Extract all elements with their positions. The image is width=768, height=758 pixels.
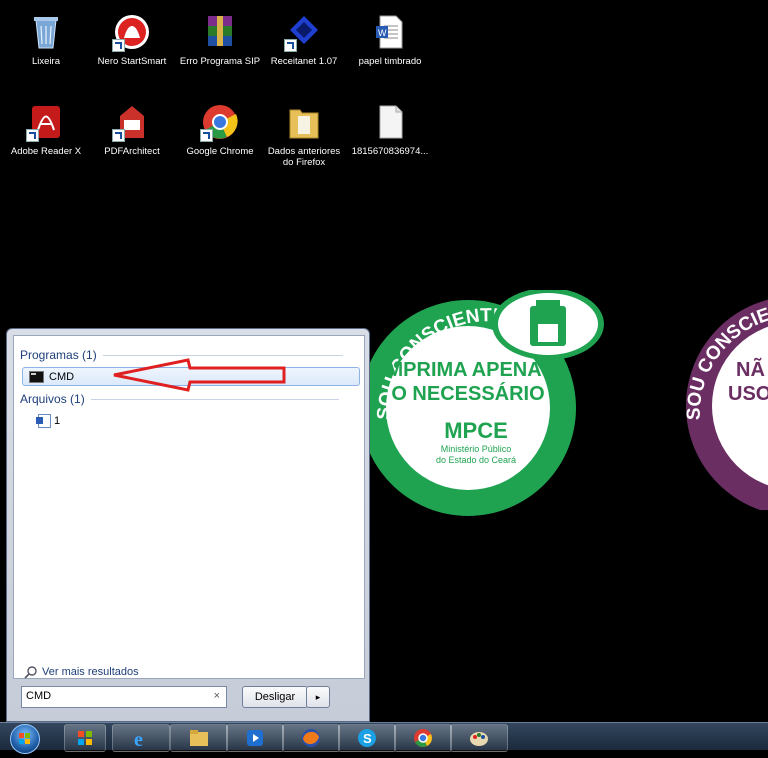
divider (90, 398, 339, 400)
taskbar-media-player[interactable] (226, 724, 284, 752)
wallpaper-green-sticker: SOU CONSCIENTE IMPRIMA APENAS O NECESSÁR… (358, 288, 618, 520)
receitanet-icon (284, 12, 324, 52)
desktop-icon-erro-programa-sip[interactable]: Erro Programa SIP (178, 12, 262, 67)
desktop-icon-label: Adobe Reader X (10, 146, 82, 157)
desktop-icon-label: Nero StartSmart (97, 56, 167, 67)
taskbar-skype[interactable]: S (338, 724, 396, 752)
desktop-icon-google-chrome[interactable]: Google Chrome (178, 102, 262, 157)
folder-icon (190, 730, 208, 746)
magnifier-icon (24, 666, 37, 679)
files-header-text: Arquivos (1) (20, 392, 85, 406)
see-more-results-link[interactable]: Ver mais resultados (24, 665, 139, 679)
shortcut-arrow-icon (284, 39, 297, 52)
desktop-icon-label: Erro Programa SIP (179, 56, 261, 67)
desktop-icon-label: Google Chrome (186, 146, 254, 157)
wallpaper-purple-sticker: SOU CONSCIE NÃ USO (684, 280, 768, 510)
shutdown-options-button[interactable]: ▸ (306, 686, 330, 708)
taskbar-chrome[interactable] (394, 724, 452, 752)
start-search-input[interactable] (22, 687, 196, 705)
taskbar-file-explorer[interactable] (170, 724, 228, 752)
sticker-line2: O NECESSÁRIO (391, 382, 544, 405)
desktop-icon-pdfarchitect[interactable]: PDFArchitect (90, 102, 174, 157)
taskbar: e S (0, 722, 768, 752)
desktop-icon-label: papel timbrado (358, 56, 422, 67)
desktop-icon-label: Lixeira (32, 56, 60, 67)
app-grid-icon (78, 731, 92, 745)
sticker-line1: IMPRIMA APENAS (381, 359, 555, 381)
firefox-icon (302, 729, 320, 747)
see-more-label: Ver mais resultados (42, 666, 139, 678)
clear-search-icon[interactable]: × (214, 690, 220, 702)
desktop-icon-file-1815670836974[interactable]: 1815670836974... (348, 102, 432, 157)
file-result-label: 1 (54, 414, 61, 427)
word-document-icon: W (370, 12, 410, 52)
chrome-icon (200, 102, 240, 142)
sticker-org-sub1: Ministério Público (441, 444, 512, 454)
start-button[interactable] (10, 724, 40, 754)
desktop-icon-papel-timbrado[interactable]: W papel timbrado (348, 12, 432, 67)
media-player-icon (247, 730, 263, 746)
shortcut-arrow-icon (200, 129, 213, 142)
recycle-bin-icon (26, 12, 66, 52)
shortcut-arrow-icon (26, 129, 39, 142)
shutdown-button[interactable]: Desligar (242, 686, 308, 708)
start-search-box[interactable]: × (21, 686, 227, 708)
shortcut-arrow-icon (112, 129, 125, 142)
desktop-icon-label: PDFArchitect (104, 146, 160, 157)
command-prompt-icon (29, 370, 44, 383)
desktop-icon-adobe-reader[interactable]: Adobe Reader X (4, 102, 88, 157)
sticker-org: MPCE (444, 418, 508, 443)
chrome-icon (414, 729, 432, 747)
word-document-icon (36, 413, 51, 428)
program-result-label: CMD (49, 370, 75, 383)
folder-icon (284, 102, 324, 142)
skype-icon: S (358, 729, 376, 747)
purple-line2: USO (728, 383, 768, 405)
winrar-archive-icon (200, 12, 240, 52)
files-section-header: Arquivos (1) (20, 392, 339, 406)
taskbar-apps-button[interactable] (64, 724, 106, 752)
taskbar-internet-explorer[interactable]: e (112, 724, 170, 752)
purple-line1: NÃ (736, 358, 765, 381)
taskbar-paint[interactable] (450, 724, 508, 752)
desktop-icon-dados-firefox[interactable]: Dados anteriores do Firefox (262, 102, 346, 168)
programs-header-text: Programas (1) (20, 348, 97, 362)
pdfarchitect-icon (112, 102, 152, 142)
taskbar-firefox[interactable] (282, 724, 340, 752)
printer-bubble-icon (492, 288, 604, 360)
shortcut-arrow-icon (112, 39, 125, 52)
file-result-1[interactable]: 1 (22, 412, 358, 429)
svg-text:e: e (134, 729, 143, 749)
paint-palette-icon (470, 732, 488, 746)
adobe-reader-icon (26, 102, 66, 142)
internet-explorer-icon: e (134, 729, 143, 749)
nero-icon (112, 12, 152, 52)
desktop-icon-receitanet[interactable]: Receitanet 1.07 (262, 12, 346, 67)
desktop-icon-label: Receitanet 1.07 (270, 56, 338, 67)
desktop-icon-label: 1815670836974... (351, 146, 429, 157)
svg-text:W: W (378, 28, 387, 38)
annotation-arrow-icon (113, 358, 286, 392)
file-icon (370, 102, 410, 142)
desktop-icon-label: Dados anteriores do Firefox (267, 146, 341, 168)
svg-text:S: S (363, 731, 372, 746)
sticker-org-sub2: do Estado do Ceará (436, 455, 516, 465)
desktop-icon-nero[interactable]: Nero StartSmart (90, 12, 174, 67)
desktop-icon-recycle-bin[interactable]: Lixeira (4, 12, 88, 67)
